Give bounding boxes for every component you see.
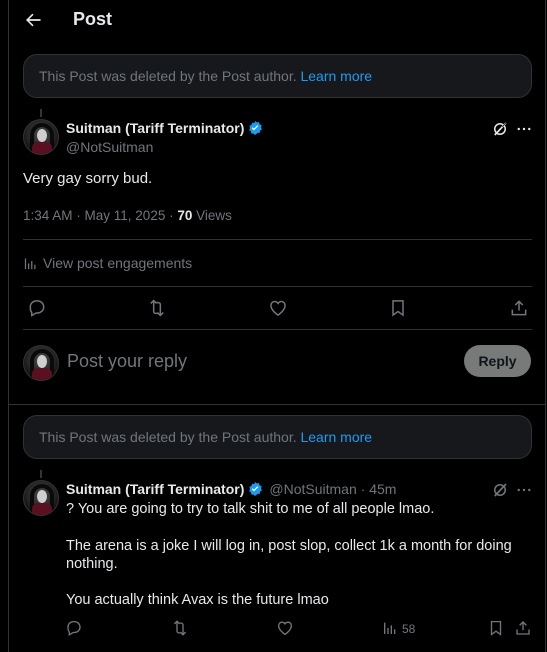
reply-input[interactable]: Post your reply bbox=[67, 351, 187, 372]
grok-icon[interactable] bbox=[491, 120, 509, 138]
like-icon[interactable] bbox=[276, 619, 296, 639]
divider bbox=[8, 404, 546, 405]
verified-badge-icon bbox=[247, 481, 263, 497]
author-handle[interactable]: @NotSuitman bbox=[269, 481, 356, 497]
author-name[interactable]: Suitman (Tariff Terminator) @NotSuitman ·… bbox=[66, 481, 396, 497]
thread-connector bbox=[40, 109, 42, 117]
reply-button[interactable]: Reply bbox=[464, 345, 531, 377]
views-label: Views bbox=[192, 208, 232, 223]
avatar[interactable] bbox=[23, 119, 59, 155]
timeline-column: Post This Post was deleted by the Post a… bbox=[8, 0, 546, 652]
avatar[interactable] bbox=[23, 345, 59, 381]
more-options-icon[interactable] bbox=[515, 120, 533, 138]
page-title: Post bbox=[73, 9, 113, 29]
deleted-notice-text: This Post was deleted by the Post author… bbox=[39, 68, 297, 84]
views-count: 70 bbox=[177, 208, 193, 223]
share-icon[interactable] bbox=[514, 619, 534, 639]
deleted-post-notice: This Post was deleted by the Post author… bbox=[23, 54, 532, 98]
thread-connector bbox=[40, 470, 42, 478]
reply-icon[interactable] bbox=[27, 298, 47, 318]
author-name[interactable]: Suitman (Tariff Terminator) bbox=[66, 120, 263, 136]
deleted-notice-text: This Post was deleted by the Post author… bbox=[39, 429, 297, 445]
back-arrow-icon[interactable] bbox=[23, 10, 43, 30]
view-engagements-link[interactable]: View post engagements bbox=[23, 255, 192, 271]
analytics-icon bbox=[382, 620, 398, 636]
more-options-icon[interactable] bbox=[515, 481, 533, 499]
top-bar: Post bbox=[9, 0, 547, 40]
grok-icon[interactable] bbox=[491, 481, 509, 499]
post-timestamp[interactable]: 1:34 AM · May 11, 2025 · bbox=[23, 208, 177, 223]
bookmark-icon[interactable] bbox=[487, 619, 507, 639]
post-text-line: ? You are going to try to talk shit to m… bbox=[66, 501, 435, 517]
bookmark-icon[interactable] bbox=[388, 298, 408, 318]
divider bbox=[23, 239, 532, 240]
author-name-text: Suitman (Tariff Terminator) bbox=[66, 481, 245, 497]
post-meta: 1:34 AM · May 11, 2025 · 70 Views bbox=[23, 208, 232, 223]
post-text-line: You actually think Avax is the future lm… bbox=[66, 592, 329, 608]
divider bbox=[23, 286, 532, 287]
repost-icon[interactable] bbox=[147, 298, 167, 318]
post-text: Very gay sorry bud. bbox=[23, 170, 153, 187]
learn-more-link[interactable]: Learn more bbox=[300, 68, 372, 84]
like-icon[interactable] bbox=[268, 298, 288, 318]
learn-more-link[interactable]: Learn more bbox=[300, 429, 372, 445]
share-icon[interactable] bbox=[509, 298, 529, 318]
avatar[interactable] bbox=[23, 480, 59, 516]
views-button[interactable]: 58 bbox=[382, 619, 432, 639]
engagements-label: View post engagements bbox=[43, 255, 193, 271]
post-time[interactable]: · 45m bbox=[357, 481, 397, 497]
repost-icon[interactable] bbox=[171, 619, 191, 639]
analytics-icon bbox=[23, 256, 38, 271]
reply-icon[interactable] bbox=[65, 619, 85, 639]
author-handle[interactable]: @NotSuitman bbox=[66, 139, 153, 155]
deleted-post-notice: This Post was deleted by the Post author… bbox=[23, 415, 532, 459]
divider bbox=[23, 329, 532, 330]
verified-badge-icon bbox=[247, 120, 263, 136]
author-name-text: Suitman (Tariff Terminator) bbox=[66, 120, 245, 136]
post-text-line: nothing. bbox=[66, 556, 118, 572]
post-text-line: The arena is a joke I will log in, post … bbox=[66, 538, 512, 554]
views-count: 58 bbox=[402, 622, 416, 636]
